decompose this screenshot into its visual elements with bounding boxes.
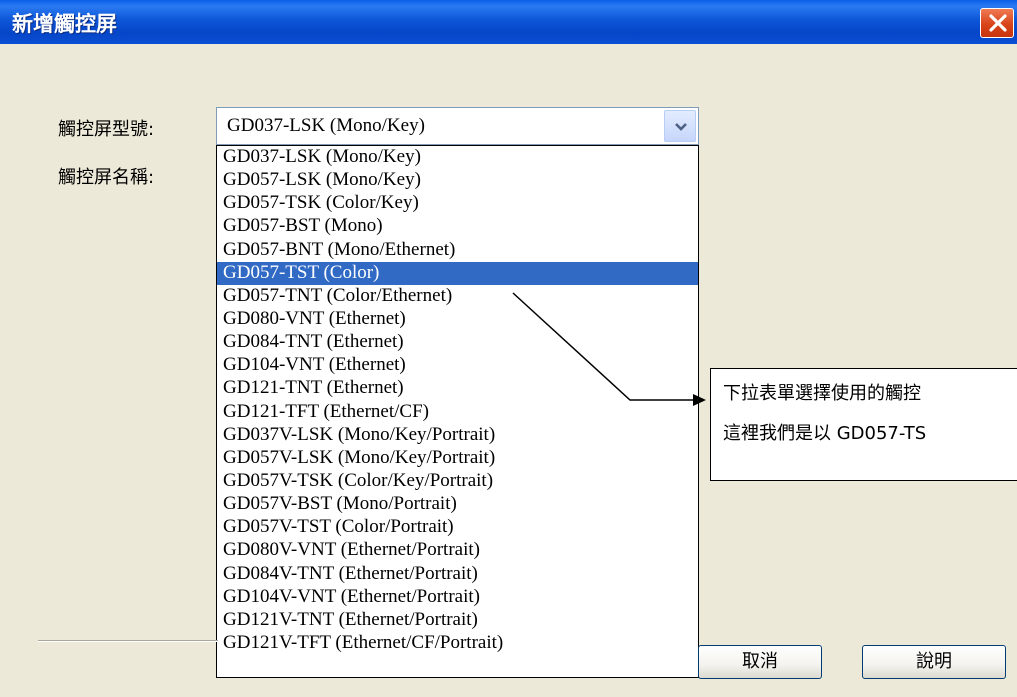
callout-arrow [512,292,706,406]
callout-box: 下拉表單選擇使用的觸控 這裡我們是以 GD057-TS [710,368,1017,481]
callout-line-2: 這裡我們是以 GD057-TS [723,423,927,444]
callout-line-1: 下拉表單選擇使用的觸控 [723,383,921,404]
